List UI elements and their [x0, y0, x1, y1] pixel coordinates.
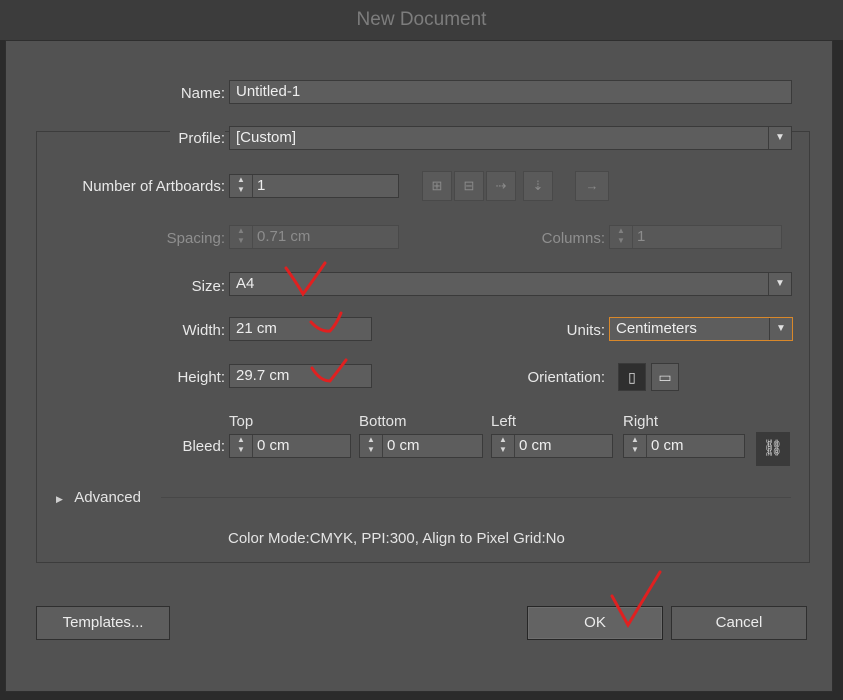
chevron-down-icon: ▼ — [768, 127, 791, 149]
grid-by-row-icon[interactable]: ⊞ — [422, 171, 452, 201]
units-value: Centimeters — [616, 320, 697, 337]
right-to-left-icon[interactable]: → — [575, 171, 609, 201]
width-label: Width: — [182, 322, 225, 339]
size-dropdown[interactable]: A4 ▼ — [229, 272, 792, 296]
advanced-separator — [161, 497, 791, 498]
new-document-dialog: Name: Untitled-1 Profile: [Custom] ▼ Num… — [5, 40, 833, 692]
stepper-arrows-icon[interactable]: ▲ ▼ — [230, 175, 253, 197]
columns-label: Columns: — [541, 230, 605, 247]
advanced-label: Advanced — [74, 489, 141, 506]
spacing-label: Spacing: — [166, 230, 225, 247]
columns-value: 1 — [637, 228, 646, 245]
name-label: Name: — [180, 85, 225, 102]
name-field[interactable]: Untitled-1 — [229, 80, 792, 104]
bleed-label: Bleed: — [182, 438, 225, 455]
artboards-stepper[interactable]: ▲ ▼ 1 — [229, 174, 399, 198]
stepper-arrows-icon[interactable]: ▲ ▼ — [230, 435, 253, 457]
cancel-button[interactable]: Cancel — [671, 606, 807, 640]
stepper-arrows-icon[interactable]: ▲ ▼ — [492, 435, 515, 457]
height-field[interactable]: 29.7 cm — [229, 364, 372, 388]
arrange-by-row-icon[interactable]: ⇢ — [486, 171, 516, 201]
profile-value: [Custom] — [236, 129, 297, 146]
bleed-bottom-stepper[interactable]: ▲ ▼ 0 cm — [359, 434, 483, 458]
bleed-top-value: 0 cm — [257, 437, 290, 454]
stepper-arrows-icon[interactable]: ▲ ▼ — [610, 226, 633, 248]
bleed-left-label: Left — [491, 413, 517, 430]
dialog-titlebar: New Document — [0, 0, 843, 40]
profile-label: Profile: — [170, 130, 225, 147]
stepper-arrows-icon[interactable]: ▲ ▼ — [624, 435, 647, 457]
artboards-label: Number of Artboards: — [82, 178, 225, 195]
units-dropdown[interactable]: Centimeters ▼ — [609, 317, 793, 341]
disclosure-triangle-icon: ▶ — [56, 494, 63, 504]
chevron-down-icon: ▼ — [768, 273, 791, 295]
bleed-right-label: Right — [623, 413, 659, 430]
size-value: A4 — [236, 275, 255, 292]
bleed-bottom-value: 0 cm — [387, 437, 420, 454]
columns-stepper[interactable]: ▲ ▼ 1 — [609, 225, 782, 249]
bleed-bottom-label: Bottom — [359, 413, 407, 430]
advanced-toggle[interactable]: ▶ Advanced — [56, 489, 141, 506]
portrait-icon[interactable]: ▯ — [618, 363, 646, 391]
stepper-arrows-icon[interactable]: ▲ ▼ — [230, 226, 253, 248]
orientation-label: Orientation: — [527, 369, 605, 386]
spacing-value: 0.71 cm — [257, 228, 311, 245]
units-label: Units: — [566, 322, 605, 339]
spacing-stepper[interactable]: ▲ ▼ 0.71 cm — [229, 225, 399, 249]
artboards-value: 1 — [257, 177, 266, 194]
grid-by-column-icon[interactable]: ⊟ — [454, 171, 484, 201]
chevron-down-icon: ▼ — [769, 318, 792, 340]
stepper-arrows-icon[interactable]: ▲ ▼ — [360, 435, 383, 457]
dialog-title: New Document — [356, 9, 487, 30]
bleed-left-value: 0 cm — [519, 437, 552, 454]
profile-dropdown[interactable]: [Custom] ▼ — [229, 126, 792, 150]
ok-button[interactable]: OK — [527, 606, 663, 640]
bleed-top-stepper[interactable]: ▲ ▼ 0 cm — [229, 434, 351, 458]
size-label: Size: — [191, 278, 225, 295]
bleed-left-stepper[interactable]: ▲ ▼ 0 cm — [491, 434, 613, 458]
width-field[interactable]: 21 cm — [229, 317, 372, 341]
bleed-top-label: Top — [229, 413, 254, 430]
arrange-by-column-icon[interactable]: ⇣ — [523, 171, 553, 201]
bleed-right-value: 0 cm — [651, 437, 684, 454]
document-summary: Color Mode:CMYK, PPI:300, Align to Pixel… — [228, 530, 565, 547]
bleed-right-stepper[interactable]: ▲ ▼ 0 cm — [623, 434, 745, 458]
templates-button[interactable]: Templates... — [36, 606, 170, 640]
landscape-icon[interactable]: ▭ — [651, 363, 679, 391]
link-icon[interactable]: ⛓ — [756, 432, 790, 466]
height-label: Height: — [177, 369, 225, 386]
